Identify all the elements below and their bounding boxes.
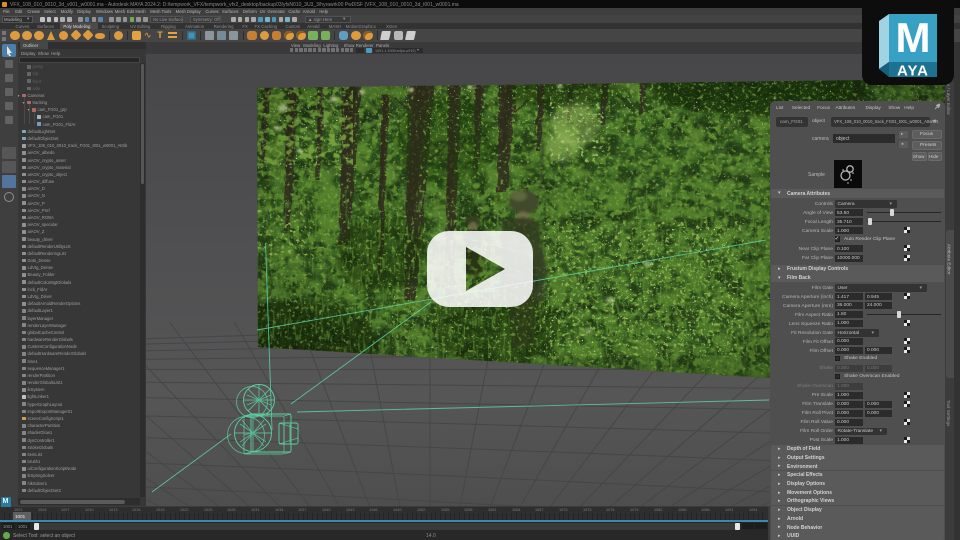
svg-text:AYA: AYA <box>897 63 929 80</box>
svg-text:M: M <box>896 14 931 61</box>
